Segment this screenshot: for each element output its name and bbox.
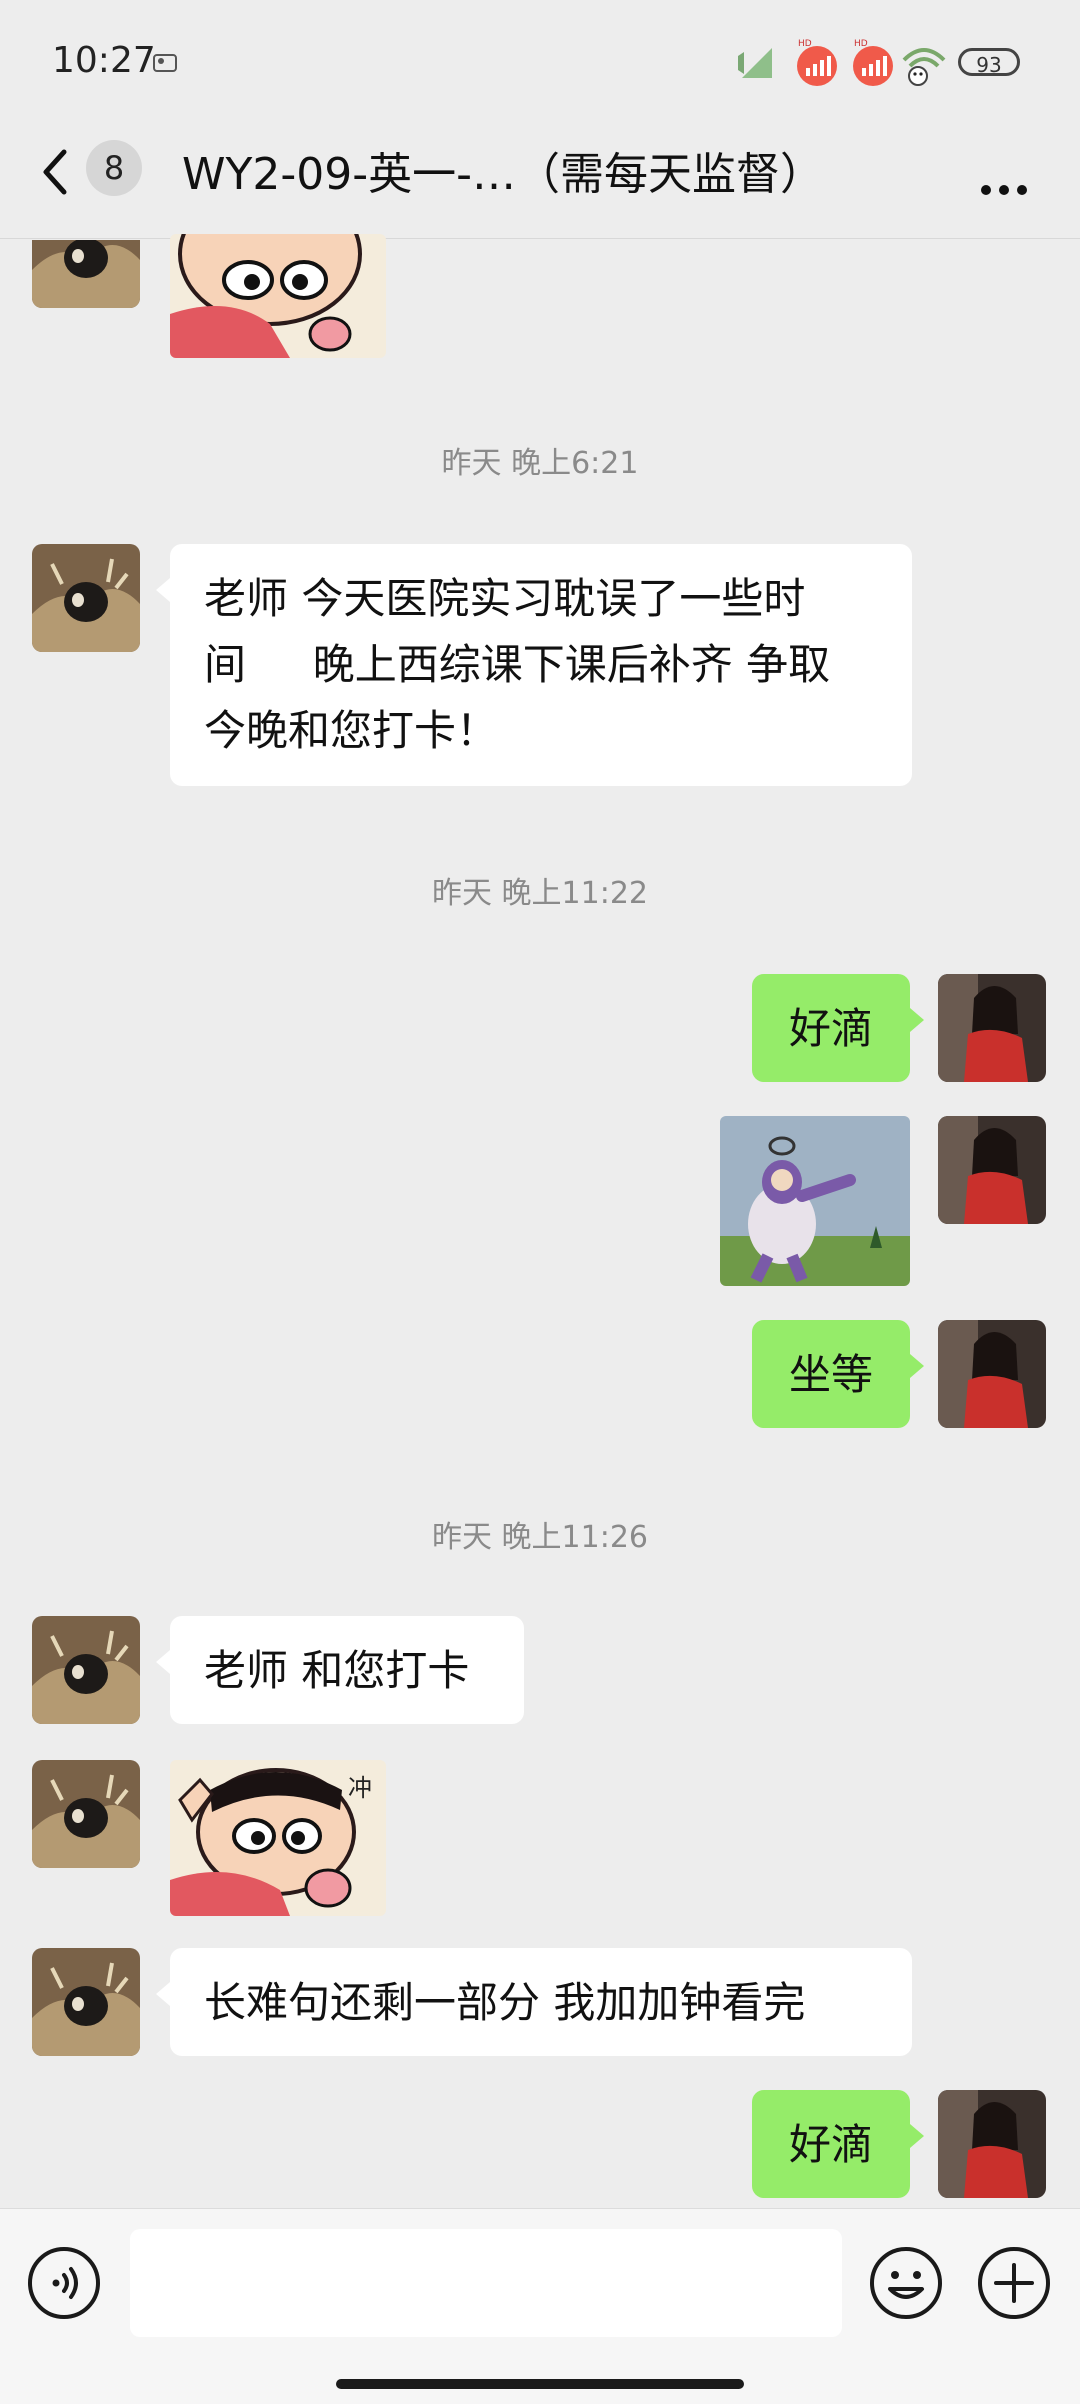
plus-icon[interactable] (976, 2245, 1052, 2321)
mute-icon (738, 48, 772, 78)
image-notification-icon (153, 54, 177, 72)
svg-text:HD: HD (854, 39, 868, 49)
timestamp: 昨天 晚上11:26 (432, 1520, 648, 1555)
teletubby-sticker[interactable] (720, 1116, 910, 1286)
sticker-text: 冲 (348, 1774, 372, 1802)
avatar[interactable] (32, 1616, 140, 1724)
incoming-message[interactable]: 老师 和您打卡 (156, 1616, 524, 1724)
timestamp: 昨天 晚上6:21 (441, 446, 639, 481)
my-avatar[interactable] (938, 2090, 1046, 2198)
message-line: 今晚和您打卡！ (204, 706, 499, 755)
avatar[interactable] (32, 1948, 140, 2056)
battery-indicator: 93 (958, 48, 1020, 77)
timestamp: 昨天 晚上11:22 (432, 876, 648, 911)
chat-title: WY2-09-英一-…（需每天监督） (182, 149, 824, 200)
input-bar (0, 2208, 1080, 2404)
status-time: 10:27 (52, 40, 156, 81)
cartoon-boy-sticker[interactable]: 冲 (170, 1760, 386, 1916)
message-line: 间 晚上西综课下课后补齐 争取 (204, 640, 831, 689)
cartoon-boy-sticker[interactable] (170, 234, 386, 358)
avatar[interactable] (32, 1760, 140, 1868)
outgoing-message[interactable]: 好滴 (752, 974, 924, 1082)
chat-header: 8 WY2-09-英一-…（需每天监督） (0, 118, 1080, 239)
hd-signal-icon: HD (853, 39, 893, 86)
my-avatar[interactable] (938, 1320, 1046, 1428)
outgoing-message[interactable]: 坐等 (752, 1320, 924, 1428)
svg-text:HD: HD (798, 39, 812, 49)
my-avatar[interactable] (938, 974, 1046, 1082)
message-line: 老师 今天医院实习耽误了一些时 (204, 574, 806, 623)
wifi-icon (902, 48, 946, 86)
hd-signal-icon: HD (797, 39, 837, 86)
incoming-message[interactable]: 老师 今天医院实习耽误了一些时 间 晚上西综课下课后补齐 争取 今晚和您打卡！ (156, 544, 912, 786)
unread-count-badge[interactable]: 8 (86, 140, 142, 196)
my-avatar[interactable] (938, 1116, 1046, 1224)
message-input[interactable] (130, 2229, 842, 2337)
emoji-icon[interactable] (868, 2245, 944, 2321)
avatar[interactable] (32, 544, 140, 652)
outgoing-message[interactable]: 好滴 (752, 2090, 924, 2198)
home-indicator[interactable] (336, 2379, 744, 2389)
status-bar: 10:27 HD HD 93 (0, 0, 1080, 128)
incoming-message[interactable]: 长难句还剩一部分 我加加钟看完 (156, 1948, 912, 2056)
more-dots-icon[interactable] (970, 140, 1050, 200)
voice-icon[interactable] (26, 2245, 102, 2321)
